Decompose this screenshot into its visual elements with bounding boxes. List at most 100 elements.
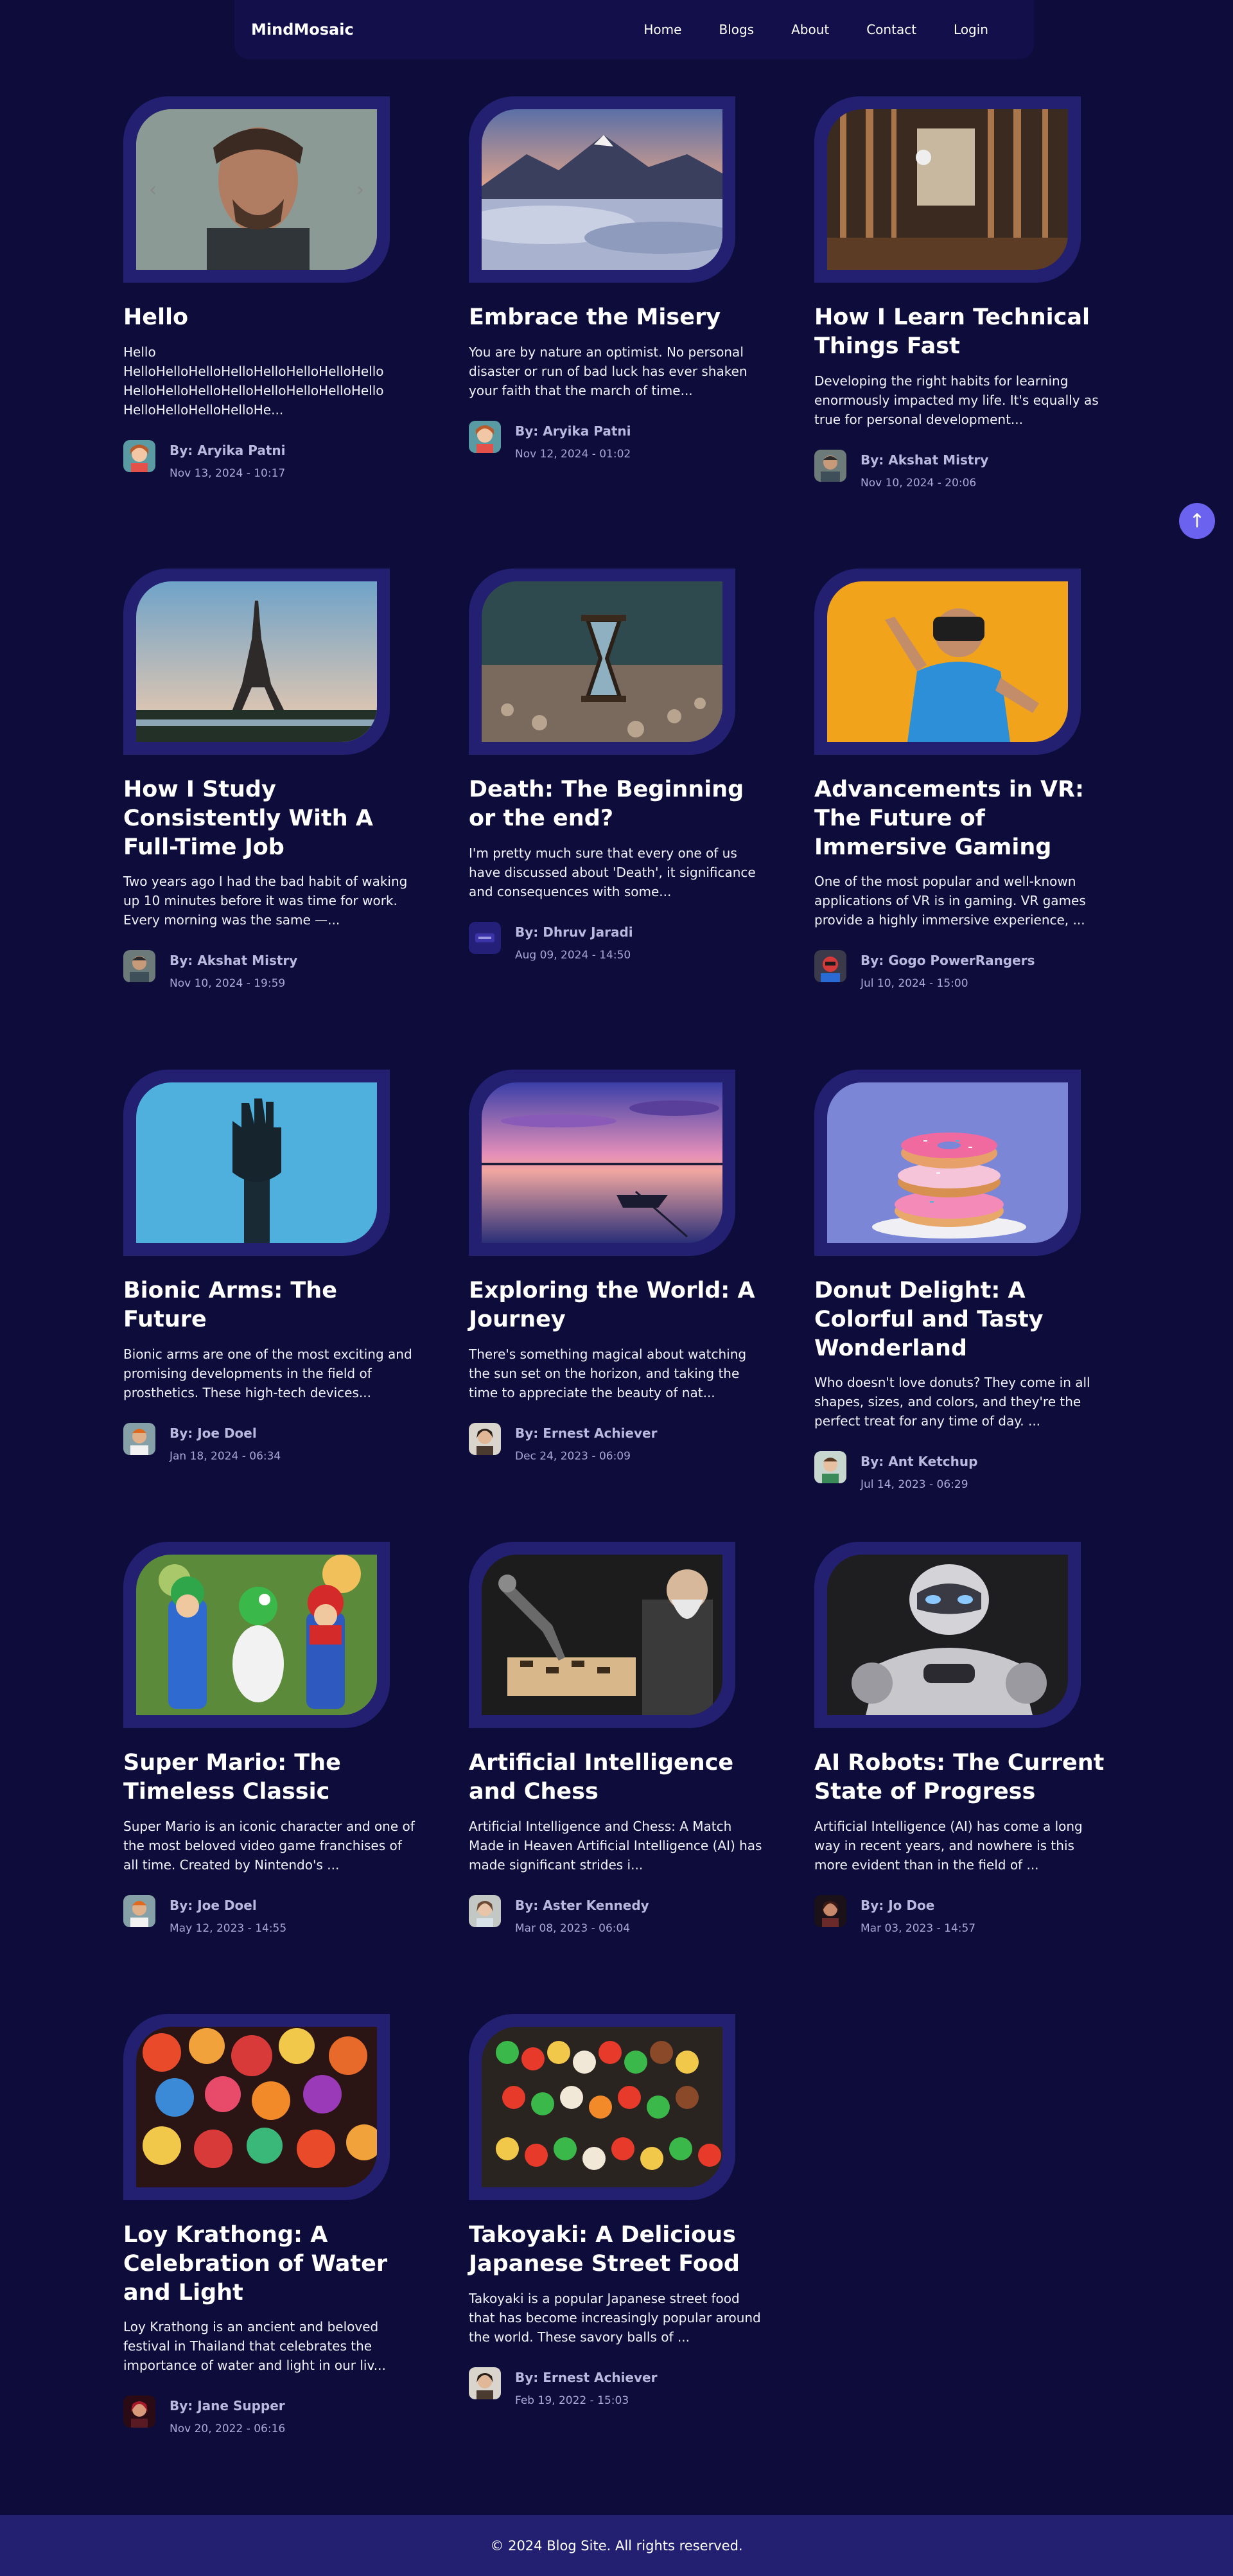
avatar-girl	[123, 439, 155, 472]
post-author: By: Joe Doel	[170, 1425, 257, 1441]
mountain-photo[interactable]	[482, 109, 722, 270]
blog-card[interactable]: Takoyaki: A Delicious Japanese Street Fo…	[469, 2014, 764, 2476]
arrow-up-icon[interactable]: ↑	[1179, 503, 1215, 539]
blog-card[interactable]: How I Study Consistently With A Full-Tim…	[123, 569, 419, 1070]
author-row: By: Aryika Patni Nov 12, 2024 - 01:02	[469, 420, 764, 461]
post-author: By: Gogo PowerRangers	[861, 953, 1035, 969]
image-frame: ‹ ›	[123, 96, 390, 283]
post-author: By: Ernest Achiever	[515, 1425, 658, 1441]
nav-about-link[interactable]: About	[791, 22, 829, 37]
image-frame	[469, 1542, 735, 1728]
nav-home-link[interactable]: Home	[643, 22, 681, 37]
blog-card[interactable]: How I Learn Technical Things Fast Develo…	[814, 96, 1110, 569]
post-author: By: Akshat Mistry	[170, 953, 298, 969]
post-excerpt: One of the most popular and well-known a…	[814, 874, 1086, 928]
image-frame	[814, 1542, 1081, 1728]
bionic-hand-photo[interactable]	[136, 1082, 377, 1243]
robot-chess-photo[interactable]	[482, 1555, 722, 1715]
author-row: By: Joe Doel May 12, 2023 - 14:55	[123, 1894, 419, 1935]
post-excerpt: I'm pretty much sure that every one of u…	[469, 845, 756, 899]
image-frame	[469, 96, 735, 283]
brand-logo[interactable]: MindMosaic	[251, 21, 354, 39]
avatar-woman	[469, 1422, 501, 1455]
nav-blogs-link[interactable]: Blogs	[719, 22, 754, 37]
post-title[interactable]: How I Learn Technical Things Fast	[814, 303, 1110, 361]
post-excerpt: There's something magical about watching…	[469, 1346, 747, 1400]
blog-card[interactable]: Artificial Intelligence and Chess Artifi…	[469, 1542, 764, 2014]
avatar-woman-2	[469, 1894, 501, 1927]
avatar-red	[123, 2395, 155, 2428]
post-title[interactable]: Bionic Arms: The Future	[123, 1276, 419, 1334]
blog-card[interactable]: Super Mario: The Timeless Classic Super …	[123, 1542, 419, 2014]
blog-card[interactable]: Bionic Arms: The Future Bionic arms are …	[123, 1070, 419, 1542]
chevron-left-icon[interactable]: ‹	[149, 179, 157, 201]
blog-card[interactable]: AI Robots: The Current State of Progress…	[814, 1542, 1110, 2014]
image-frame	[469, 2014, 735, 2200]
post-title[interactable]: Death: The Beginning or the end?	[469, 775, 764, 833]
post-title[interactable]: Embrace the Misery	[469, 303, 764, 332]
post-title[interactable]: Hello	[123, 303, 419, 332]
post-title[interactable]: AI Robots: The Current State of Progress	[814, 1749, 1110, 1806]
robot-photo[interactable]	[827, 1555, 1068, 1715]
post-excerpt: Two years ago I had the bad habit of wak…	[123, 874, 408, 928]
post-excerpt: Artificial Intelligence (AI) has come a …	[814, 1818, 1083, 1873]
post-author: By: Akshat Mistry	[861, 452, 989, 468]
footer-copyright: © 2024 Blog Site. All rights reserved.	[490, 2537, 743, 2554]
post-date: Jul 14, 2023 - 06:29	[861, 1478, 968, 1492]
blog-card[interactable]: Donut Delight: A Colorful and Tasty Wond…	[814, 1070, 1110, 1542]
post-excerpt: You are by nature an optimist. No person…	[469, 344, 748, 398]
blog-card[interactable]: Embrace the Misery You are by nature an …	[469, 96, 764, 569]
image-frame	[814, 1070, 1081, 1256]
author-row: By: Joe Doel Jan 18, 2024 - 06:34	[123, 1422, 419, 1463]
blog-card[interactable]: Death: The Beginning or the end? I'm pre…	[469, 569, 764, 1070]
skewers-photo[interactable]	[482, 2027, 722, 2187]
avatar-orange	[123, 1894, 155, 1927]
author-row: By: Ernest Achiever Dec 24, 2023 - 06:09	[469, 1422, 764, 1463]
post-title[interactable]: Takoyaki: A Delicious Japanese Street Fo…	[469, 2221, 764, 2279]
post-date: Feb 19, 2022 - 15:03	[515, 2394, 629, 2407]
post-title[interactable]: Donut Delight: A Colorful and Tasty Wond…	[814, 1276, 1110, 1363]
post-title[interactable]: Advancements in VR: The Future of Immers…	[814, 775, 1110, 861]
author-row: By: Akshat Mistry Nov 10, 2024 - 20:06	[814, 449, 1110, 490]
post-title[interactable]: Exploring the World: A Journey	[469, 1276, 764, 1334]
author-row: By: Jane Supper Nov 20, 2022 - 06:16	[123, 2395, 419, 2435]
post-date: May 12, 2023 - 14:55	[170, 1921, 287, 1935]
avatar-woman	[469, 2367, 501, 2399]
post-author: By: Dhruv Jaradi	[515, 924, 633, 940]
navbar: MindMosaic Home Blogs About Contact Logi…	[234, 0, 1034, 59]
image-frame	[469, 1070, 735, 1256]
donuts-photo[interactable]	[827, 1082, 1068, 1243]
mario-toys-photo[interactable]	[136, 1555, 377, 1715]
blog-card[interactable]: Loy Krathong: A Celebration of Water and…	[123, 2014, 419, 2476]
author-row: By: Dhruv Jaradi Aug 09, 2024 - 14:50	[469, 921, 764, 962]
post-title[interactable]: Loy Krathong: A Celebration of Water and…	[123, 2221, 419, 2307]
portrait-man-photo[interactable]: ‹ ›	[136, 109, 377, 270]
eiffel-tower-photo[interactable]	[136, 581, 377, 742]
author-row: By: Aster Kennedy Mar 08, 2023 - 06:04	[469, 1894, 764, 1935]
nav-contact-link[interactable]: Contact	[866, 22, 916, 37]
hourglass-photo[interactable]	[482, 581, 722, 742]
post-author: By: Aryika Patni	[515, 423, 631, 439]
sunset-boat-photo[interactable]	[482, 1082, 722, 1243]
nav-login-link[interactable]: Login	[954, 22, 988, 37]
author-row: By: Gogo PowerRangers Jul 10, 2024 - 15:0…	[814, 950, 1110, 990]
image-frame	[123, 569, 390, 755]
footer: © 2024 Blog Site. All rights reserved.	[0, 2515, 1233, 2576]
abstract-room-photo[interactable]	[827, 109, 1068, 270]
post-title[interactable]: Artificial Intelligence and Chess	[469, 1749, 764, 1806]
post-date: Jul 10, 2024 - 15:00	[861, 977, 968, 991]
author-row: By: Akshat Mistry Nov 10, 2024 - 19:59	[123, 950, 419, 990]
image-frame	[123, 1542, 390, 1728]
post-title[interactable]: How I Study Consistently With A Full-Tim…	[123, 775, 419, 861]
post-title[interactable]: Super Mario: The Timeless Classic	[123, 1749, 419, 1806]
vr-boy-photo[interactable]	[827, 581, 1068, 742]
post-author: By: Ant Ketchup	[861, 1454, 978, 1470]
blog-card[interactable]: Advancements in VR: The Future of Immers…	[814, 569, 1110, 1070]
blog-card[interactable]: ‹ › Hello Hello HelloHelloHelloHelloHell…	[123, 96, 419, 569]
blog-card[interactable]: Exploring the World: A Journey There's s…	[469, 1070, 764, 1542]
lanterns-photo[interactable]	[136, 2027, 377, 2187]
author-row: By: Jo Doe Mar 03, 2023 - 14:57	[814, 1894, 1110, 1935]
image-frame	[469, 569, 735, 755]
post-author: By: Jo Doe	[861, 1897, 935, 1913]
chevron-right-icon[interactable]: ›	[356, 179, 364, 201]
